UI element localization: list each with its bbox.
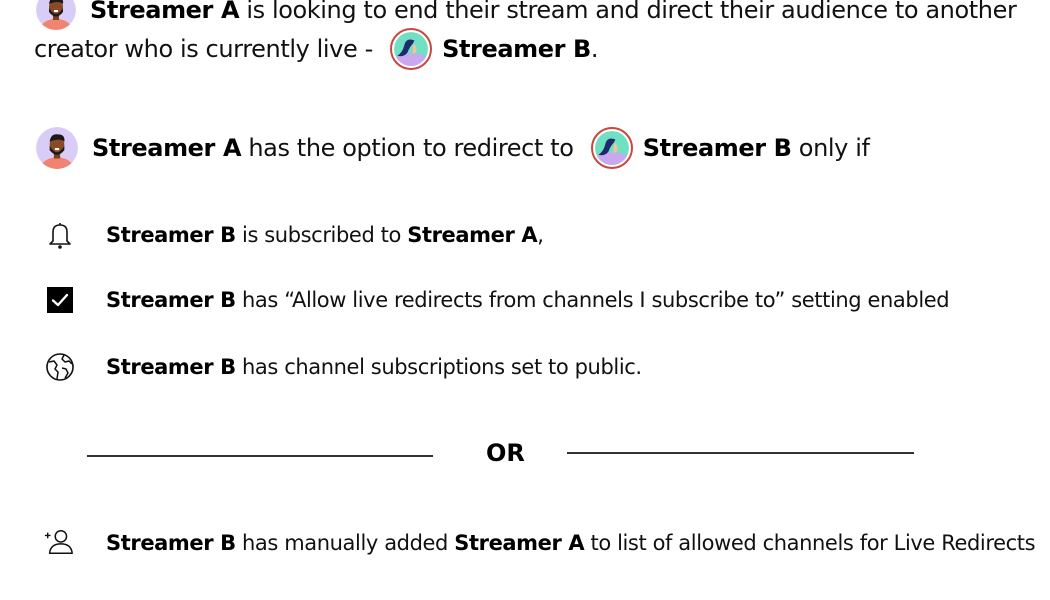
streamer-b-name: Streamer B xyxy=(106,288,236,312)
streamer-b-avatar xyxy=(590,127,633,169)
streamer-b-avatar xyxy=(390,28,433,70)
intro-text: is looking to end their stream and direc… xyxy=(239,0,1017,24)
or-separator: OR xyxy=(486,439,525,467)
streamer-a-name: Streamer A xyxy=(407,223,538,247)
header-text: has the option to redirect to xyxy=(241,134,581,162)
streamer-a-avatar xyxy=(36,127,78,169)
add-user-icon xyxy=(43,526,75,558)
divider-right xyxy=(567,452,914,454)
streamer-b-name: Streamer B xyxy=(442,35,591,63)
condition-item: Streamer B has channel subscriptions set… xyxy=(106,352,642,382)
streamer-a-avatar xyxy=(36,0,76,30)
condition-text: has “Allow live redirects from channels … xyxy=(235,288,950,312)
divider-left xyxy=(87,455,433,457)
streamer-b-name: Streamer B xyxy=(642,134,792,162)
condition-text: has channel subscriptions set to public. xyxy=(235,355,642,379)
intro-line-1: Streamer A is looking to end their strea… xyxy=(36,0,1017,30)
header-end: only if xyxy=(791,134,870,162)
alternative-item: Streamer B has manually added Streamer A… xyxy=(106,528,1036,558)
condition-text-end: , xyxy=(537,223,544,247)
period: . xyxy=(590,35,599,63)
globe-icon xyxy=(44,351,76,383)
intro-text-2: creator who is currently live - xyxy=(34,35,381,63)
alternative-text-end: to list of allowed channels for Live Red… xyxy=(584,531,1036,555)
streamer-a-avatar-icon xyxy=(36,0,76,30)
checkbox-checked-icon xyxy=(44,284,76,316)
condition-item: Streamer B has “Allow live redirects fro… xyxy=(106,285,950,315)
streamer-b-name: Streamer B xyxy=(106,223,236,247)
streamer-a-name: Streamer A xyxy=(90,0,240,24)
streamer-a-name: Streamer A xyxy=(454,531,585,555)
streamer-b-avatar-icon xyxy=(594,131,629,165)
bell-icon xyxy=(44,219,76,251)
condition-text: is subscribed to xyxy=(235,223,408,247)
streamer-b-name: Streamer B xyxy=(106,355,236,379)
alternative-text: has manually added xyxy=(235,531,455,555)
streamer-b-name: Streamer B xyxy=(106,531,236,555)
condition-header: Streamer A has the option to redirect to… xyxy=(36,126,870,170)
streamer-a-avatar-icon xyxy=(36,127,78,169)
streamer-a-name: Streamer A xyxy=(92,134,242,162)
condition-item: Streamer B is subscribed to Streamer A , xyxy=(106,220,544,250)
streamer-b-avatar-icon xyxy=(394,32,429,66)
intro-line-2: creator who is currently live - Streamer… xyxy=(34,27,599,71)
